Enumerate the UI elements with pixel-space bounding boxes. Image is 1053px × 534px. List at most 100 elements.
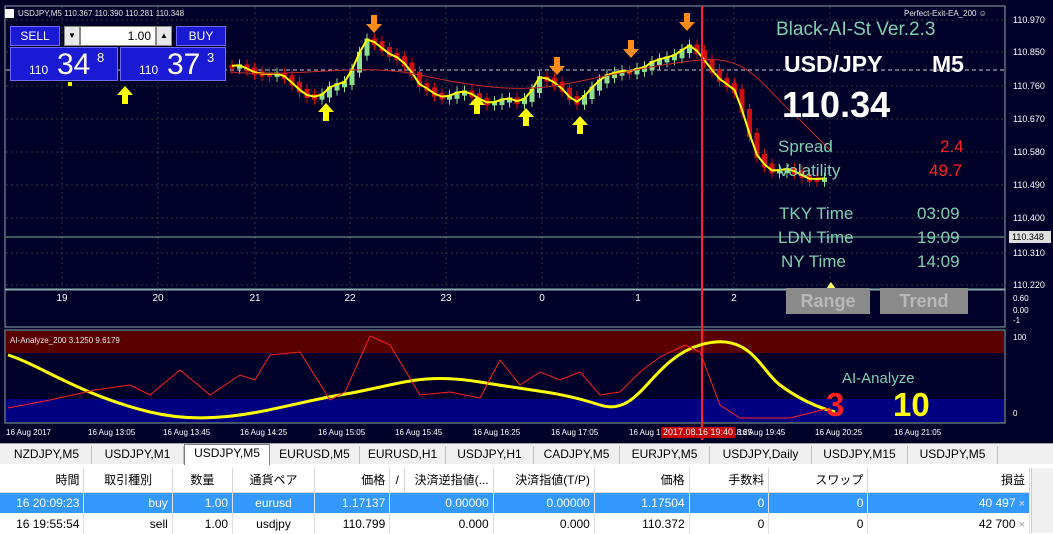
table-cell: 0.000 (404, 513, 494, 534)
chart-tabs: NZDJPY,M5 USDJPY,M1 USDJPY,M5 EURUSD,M5 EURU… (0, 443, 1053, 465)
table-cell: 1.17137 (314, 492, 391, 513)
tab-usdjpy-m5[interactable]: USDJPY,M5 (908, 446, 998, 464)
table-row[interactable]: 16 19:55:54 sell 1.00 usdjpy 110.799 0.000 0.0… (0, 513, 1030, 534)
ask-price-box[interactable]: 110 37 3 (120, 47, 226, 81)
buy-signal-arrow (117, 86, 133, 104)
x-tick-label: 16 Aug 20:25 (815, 428, 863, 437)
ea-label: Perfect-Exit-EA_200 ☺ (904, 9, 987, 18)
ask-main: 37 (167, 48, 201, 81)
chart-icon (5, 9, 14, 18)
ind-axis-label: 0 (1013, 409, 1018, 418)
trend-button[interactable]: Trend (880, 288, 968, 314)
ldn-label: LDN Time (778, 228, 854, 247)
sell-button[interactable]: SELL (10, 26, 60, 46)
volatility-value: 49.7 (929, 161, 963, 180)
mini-axis-label: 0.60 (1013, 294, 1029, 303)
column-header[interactable]: 決済逆指値(... (404, 468, 494, 493)
tab-eurjpy-m5[interactable]: EURJPY,M5 (620, 446, 710, 464)
table-cell: 1.00 (172, 513, 234, 534)
table-cell: 0 (768, 492, 869, 513)
x-tick-label: 16 Aug 2017 (6, 428, 51, 437)
x-tick-label: 16 Aug 15:05 (318, 428, 366, 437)
buy-signal-arrow (318, 103, 334, 121)
table-cell: 110.372 (594, 513, 690, 534)
profit-value: 42 700 (978, 516, 1016, 531)
x-tick-label: 21 (249, 293, 261, 304)
table-cell: eurusd (232, 492, 315, 513)
timeframe-label: M5 (932, 51, 964, 77)
table-cell: 40 497 × (867, 492, 1030, 513)
x-tick-label: 16 Aug 13:45 (163, 428, 211, 437)
sell-signal-arrow (679, 13, 695, 31)
close-position-icon[interactable]: × (1016, 498, 1025, 510)
lot-input[interactable]: 1.00 (80, 26, 156, 46)
column-header[interactable]: スワップ (768, 468, 869, 493)
vertical-scrollbar[interactable] (1031, 468, 1053, 533)
column-header[interactable]: 手数料 (689, 468, 770, 493)
column-header[interactable]: 時間 (0, 468, 85, 493)
column-header[interactable]: 数量 (172, 468, 234, 493)
tab-usdjpy-h1[interactable]: USDJPY,H1 (446, 446, 534, 464)
buy-signal-arrow (518, 108, 534, 126)
x-tick-label: 16 Aug 19:45 (738, 428, 786, 437)
lot-up-icon[interactable]: ▲ (156, 26, 172, 46)
table-cell: 16 20:09:23 (0, 492, 85, 513)
column-header[interactable]: 取引種別 (83, 468, 173, 493)
x-tick-label: 16 Aug 14:25 (240, 428, 288, 437)
table-cell (389, 492, 405, 513)
table-cell: 0 (768, 513, 869, 534)
x-tick-label: 19 (56, 293, 68, 304)
ldn-value: 19:09 (917, 228, 960, 247)
x-tick-label: 0 (539, 293, 545, 304)
x-tick-label: 16 Aug 21:05 (894, 428, 942, 437)
sell-signal-arrow (366, 15, 382, 33)
tab-usdjpy-daily[interactable]: USDJPY,Daily (710, 446, 812, 464)
price-big: 110.34 (782, 84, 891, 125)
x-tick-label: 22 (344, 293, 356, 304)
buy-button[interactable]: BUY (176, 26, 226, 46)
x-tick-label: 1 (635, 293, 641, 304)
table-row[interactable]: 16 20:09:23 buy 1.00 eurusd 1.17137 0.00000 0.… (0, 492, 1030, 513)
ind-axis-label: 100 (1013, 333, 1027, 342)
symbol-label: USD/JPY (784, 51, 883, 77)
tab-usdjpy-m1[interactable]: USDJPY,M1 (92, 446, 184, 464)
table-cell: 16 19:55:54 (0, 513, 85, 534)
table-cell: usdjpy (232, 513, 315, 534)
column-header[interactable]: 通貨ペア (232, 468, 315, 493)
column-header[interactable]: / (389, 468, 406, 493)
chart-window[interactable]: 1920212223012316 Aug 201716 Aug 13:0516 … (0, 0, 1053, 443)
tky-label: TKY Time (779, 204, 854, 223)
oversold-band (6, 399, 1004, 422)
lot-down-icon[interactable]: ▼ (64, 26, 80, 46)
overbought-band (6, 331, 1004, 353)
x-tick-label: 2 (731, 293, 737, 304)
ny-label: NY Time (781, 252, 846, 271)
table-cell: 0.00000 (404, 492, 494, 513)
table-cell: 110.799 (314, 513, 391, 534)
bid-prefix: 110 (29, 63, 49, 77)
ai-label: AI-Analyze (842, 370, 915, 387)
price-axis-label: 110.400 (1013, 213, 1045, 223)
column-header[interactable]: 価格 (594, 468, 690, 493)
column-header[interactable]: 損益 (867, 468, 1030, 493)
close-position-icon[interactable]: × (1016, 519, 1025, 531)
tab-usdjpy-m15[interactable]: USDJPY,M15 (812, 446, 908, 464)
tab-usdjpy-m5[interactable]: USDJPY,M5 (184, 444, 270, 465)
ai-red-value: 3 (826, 386, 845, 423)
column-header[interactable]: 価格 (314, 468, 391, 493)
tab-cadjpy-m5[interactable]: CADJPY,M5 (534, 446, 620, 464)
column-header[interactable]: 決済指値(T/P) (493, 468, 595, 493)
tab-eurusd-h1[interactable]: EURUSD,H1 (360, 446, 446, 464)
price-axis-label: 110.220 (1013, 280, 1045, 290)
table-cell: 0.00000 (493, 492, 595, 513)
table-cell: 1.17504 (594, 492, 690, 513)
bid-price-box[interactable]: 110 34 8 (10, 47, 118, 81)
range-button[interactable]: Range (786, 288, 870, 314)
chart-header: USDJPY,M5 110.367 110.390 110.281 110.34… (18, 9, 185, 18)
tab-nzdjpy-m5[interactable]: NZDJPY,M5 (2, 446, 92, 464)
tab-eurusd-m5[interactable]: EURUSD,M5 (270, 446, 360, 464)
table-cell: 0 (689, 492, 770, 513)
buy-signal-arrow (469, 96, 485, 114)
table-cell: 42 700 × (867, 513, 1030, 534)
bid-sup: 8 (97, 50, 105, 65)
